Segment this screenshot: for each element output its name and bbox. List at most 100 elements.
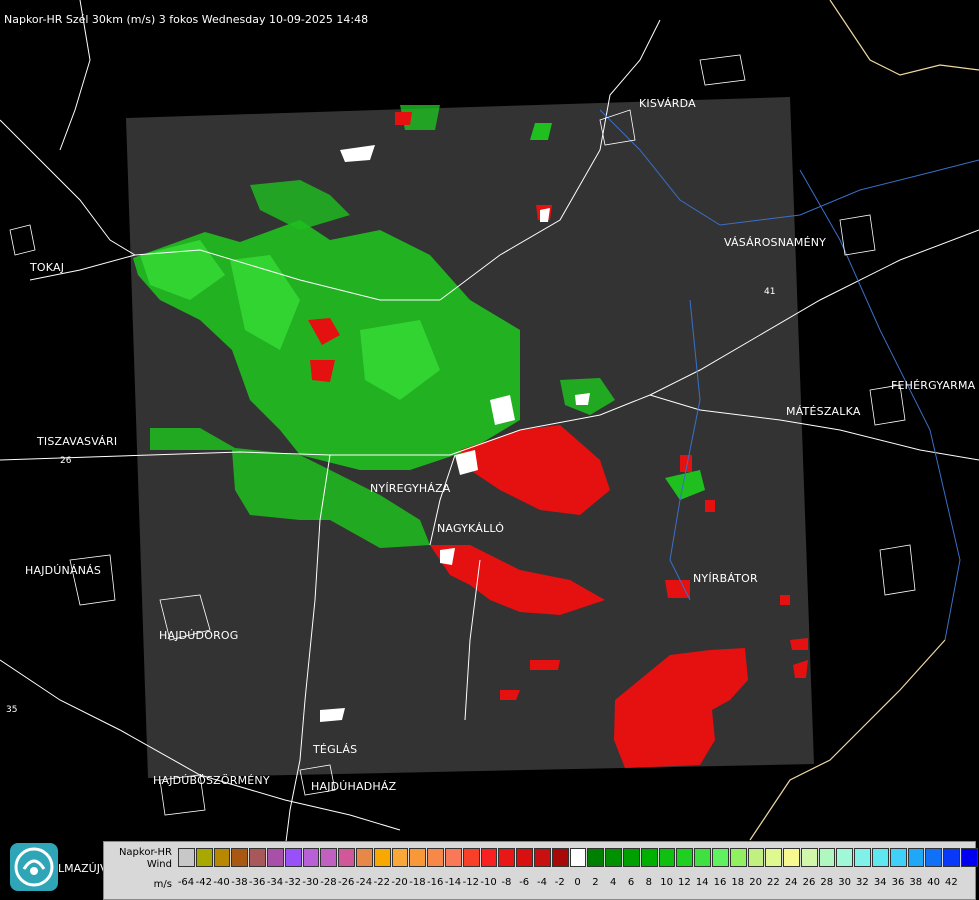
legend-tick-label: 18 xyxy=(731,877,745,888)
legend-swatch xyxy=(836,848,854,867)
legend-tick-label: 26 xyxy=(802,877,816,888)
legend-tick-label: 40 xyxy=(927,877,940,888)
city-label-hajdudorog: HAJDÚDOROG xyxy=(159,629,239,642)
city-label-nyirbator: NYÍRBÁTOR xyxy=(693,572,758,585)
legend-tick-label: 16 xyxy=(713,877,727,888)
legend-name-line2: Wind xyxy=(146,859,172,870)
legend-tick-label: 2 xyxy=(592,877,599,888)
legend-swatch xyxy=(249,848,266,867)
city-label-vasarosnameny: VÁSÁROSNAMÉNY xyxy=(724,236,827,249)
legend-swatch xyxy=(605,848,622,867)
legend-tick-label: -4 xyxy=(537,877,547,888)
legend-tick-label: -8 xyxy=(501,877,512,888)
legend-tick-label: -16 xyxy=(427,877,444,888)
legend-swatch xyxy=(783,848,800,867)
legend-tick-label: 28 xyxy=(820,877,834,888)
legend-swatch xyxy=(818,848,836,867)
legend-tick-label: -22 xyxy=(373,877,390,888)
city-label-fehergyarmat: FEHÉRGYARMA xyxy=(891,379,976,392)
legend-tick-label: 14 xyxy=(695,877,709,888)
legend-tick-label: 8 xyxy=(645,877,652,888)
legend-tick-label: -36 xyxy=(249,877,266,888)
legend-swatch xyxy=(462,848,480,867)
legend-swatch xyxy=(498,848,516,867)
legend-tick-label: 20 xyxy=(749,877,762,888)
legend-swatch xyxy=(427,848,444,867)
legend-ticks: -64 -42 -40 -38 -36 -34 -32 -30 -28 -26 -24 -22 -20-… xyxy=(178,877,978,889)
legend-swatch xyxy=(640,848,658,867)
legend-swatch xyxy=(587,848,605,867)
legend-tick-label: -30 xyxy=(302,877,319,888)
legend-swatch xyxy=(213,848,231,867)
legend-tick-label: -12 xyxy=(462,877,479,888)
legend-tick-label: -40 xyxy=(213,877,230,888)
legend-swatch xyxy=(872,848,889,867)
legend-swatch xyxy=(907,848,925,867)
legend-tick-label: -6 xyxy=(519,877,530,888)
legend-swatch xyxy=(373,848,391,867)
legend-tick-label: 38 xyxy=(909,877,923,888)
legend-tick-label: 36 xyxy=(891,877,905,888)
legend-swatch xyxy=(551,848,569,867)
legend-swatch xyxy=(943,848,961,867)
legend-unit: m/s xyxy=(153,879,172,890)
legend-swatch xyxy=(480,848,498,867)
legend-tick-label: 24 xyxy=(784,877,798,888)
legend-swatch xyxy=(800,848,818,867)
legend-name-line1: Napkor-HR xyxy=(118,847,172,858)
legend-swatch xyxy=(302,848,320,867)
legend-swatch xyxy=(178,848,195,867)
legend-tick-label: 4 xyxy=(610,877,617,888)
legend-tick-label: -20 xyxy=(391,877,408,888)
legend-swatch xyxy=(266,848,284,867)
city-label-tokaj: TOKAJ xyxy=(30,261,65,274)
legend-tick-label: -10 xyxy=(480,877,497,888)
legend-swatch xyxy=(729,848,747,867)
legend-swatch xyxy=(533,848,551,867)
legend-swatch xyxy=(444,848,462,867)
legend-swatch xyxy=(355,848,373,867)
legend-title: Napkor-HR Wind m/s xyxy=(110,847,172,891)
legend-tick-label: 34 xyxy=(873,877,887,888)
legend-tick-label: -32 xyxy=(284,877,301,888)
legend-swatch xyxy=(195,848,213,867)
legend-tick-label: 12 xyxy=(678,877,691,888)
city-label-nagykallo: NAGYKÁLLÓ xyxy=(437,522,505,535)
legend-swatch xyxy=(676,848,694,867)
city-label-hajduboszormeny: HAJDÚBÖSZÖRMÉNY xyxy=(153,774,270,787)
color-legend: Napkor-HR Wind m/s -64 -42 -40 -38 -36 -34 -32… xyxy=(103,841,978,900)
legend-swatch xyxy=(711,848,729,867)
legend-tick-label: 30 xyxy=(838,877,851,888)
legend-swatch xyxy=(961,848,978,867)
legend-tick-label: 10 xyxy=(660,877,673,888)
legend-tick-label: -24 xyxy=(355,877,373,888)
city-label-kisvarda: KISVÁRDA xyxy=(639,97,696,110)
city-label-tiszavasvari: TISZAVASVÁRI xyxy=(37,435,118,448)
legend-swatch xyxy=(231,848,249,867)
map-title: Napkor-HR Szél 30km (m/s) 3 fokos Wednes… xyxy=(4,13,369,26)
city-label-mateszalka: MÁTÉSZALKA xyxy=(786,405,861,418)
city-label-teglas: TÉGLÁS xyxy=(313,743,358,756)
legend-tick-label: 22 xyxy=(767,877,780,888)
city-label-nyiregyhaza: NYÍREGYHÁZA xyxy=(370,482,451,495)
legend-tick-label: 0 xyxy=(574,877,581,888)
legend-tick-label: -34 xyxy=(266,877,284,888)
legend-tick-label: -38 xyxy=(231,877,248,888)
legend-tick-label: -28 xyxy=(320,877,337,888)
legend-tick-label: -2 xyxy=(554,877,565,888)
legend-swatch xyxy=(569,848,587,867)
city-label-hajdunanas: HAJDÚNÁNÁS xyxy=(25,564,102,577)
legend-swatch xyxy=(320,848,338,867)
legend-swatch xyxy=(765,848,783,867)
legend-swatch xyxy=(889,848,907,867)
radar-map: 26 35 41 xyxy=(0,0,979,851)
legend-tick-label: -42 xyxy=(195,877,212,888)
legend-tick-label: 6 xyxy=(627,877,635,888)
legend-tick-label: -18 xyxy=(409,877,426,888)
logo-icon xyxy=(10,843,58,891)
legend-tick-label: 32 xyxy=(856,877,869,888)
legend-tick-label: 42 xyxy=(945,877,958,888)
road-label: 41 xyxy=(764,287,775,297)
legend-swatch xyxy=(658,848,676,867)
legend-swatch xyxy=(694,848,711,867)
